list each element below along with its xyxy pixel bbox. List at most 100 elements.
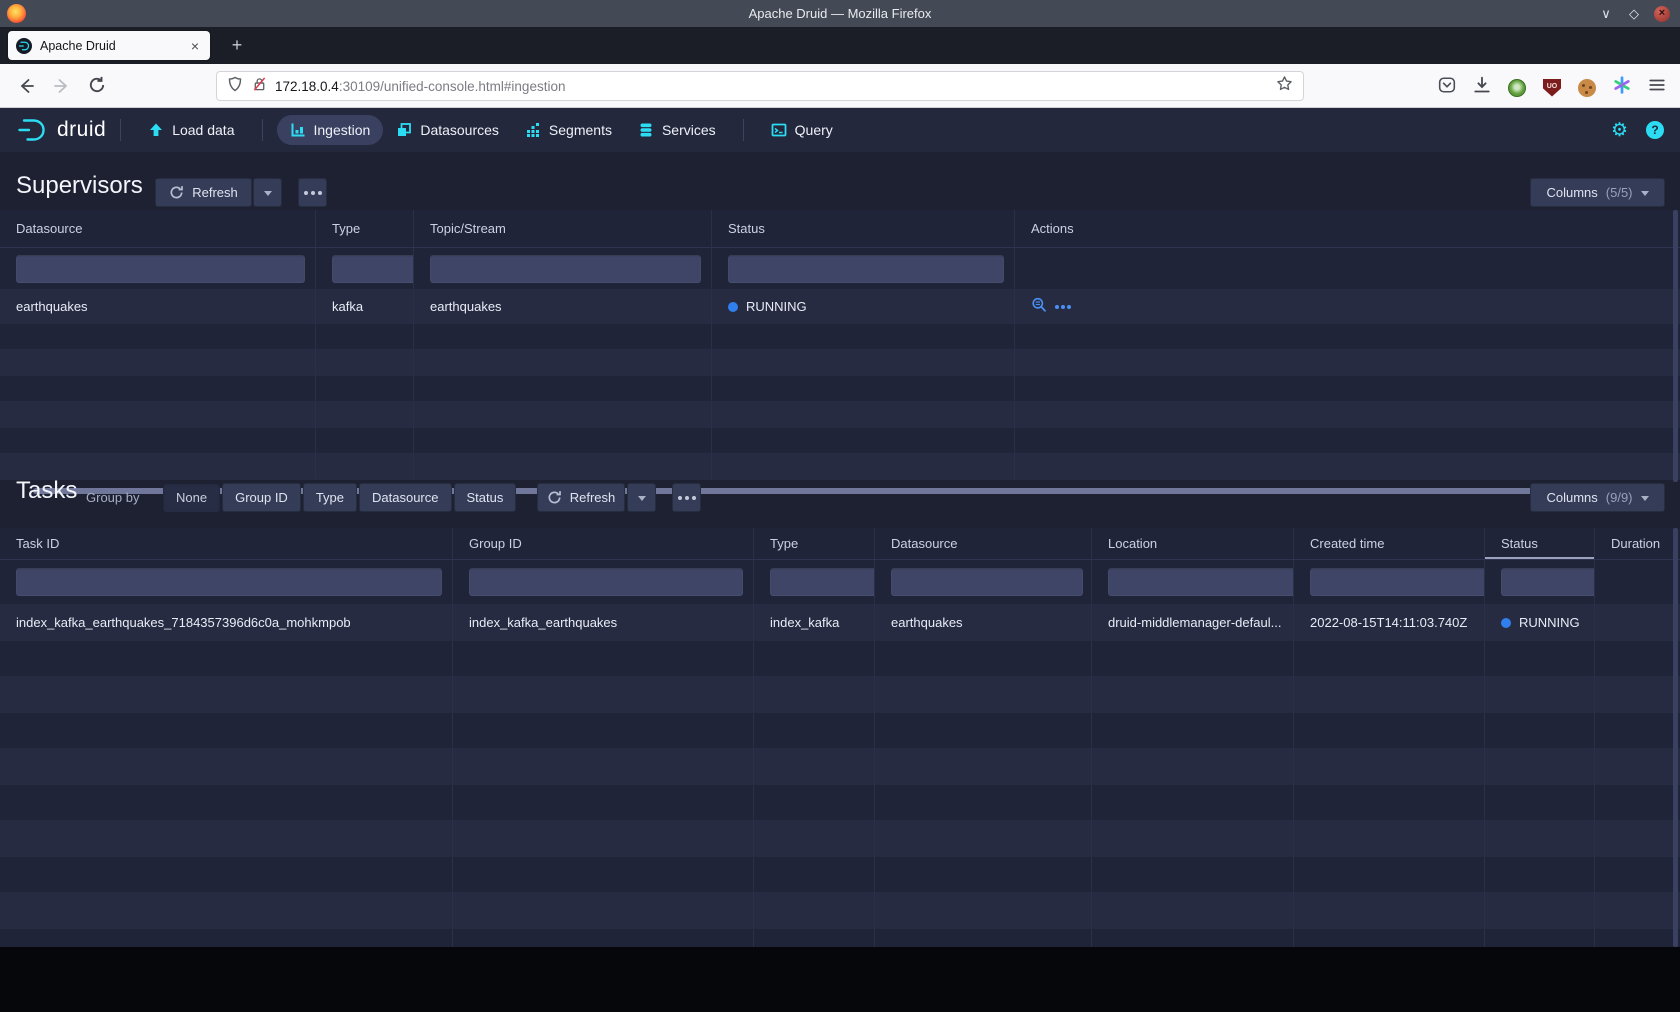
supervisor-row[interactable]: earthquakes kafka earthquakes RUNNING bbox=[0, 290, 1680, 324]
nav-item-query[interactable]: Query bbox=[758, 115, 846, 145]
ublock-origin-icon[interactable]: UO bbox=[1543, 79, 1561, 97]
empty-cell bbox=[875, 929, 1092, 947]
tracking-shield-icon[interactable] bbox=[227, 76, 243, 97]
empty-cell bbox=[754, 857, 875, 892]
empty-cell bbox=[0, 749, 453, 784]
nav-item-datasources[interactable]: Datasources bbox=[383, 115, 512, 145]
minimize-icon[interactable]: ∨ bbox=[1598, 6, 1614, 22]
empty-cell bbox=[0, 677, 453, 712]
pocket-icon[interactable] bbox=[1438, 76, 1456, 99]
topic-filter-input[interactable] bbox=[430, 255, 701, 283]
menu-hamburger-icon[interactable] bbox=[1648, 76, 1666, 99]
downloads-icon[interactable] bbox=[1473, 76, 1491, 99]
group-by-group-id-button[interactable]: Group ID bbox=[222, 483, 301, 512]
task-row[interactable]: index_kafka_earthquakes_7184357396d6c0a_… bbox=[0, 605, 1680, 641]
supervisors-more-button[interactable] bbox=[298, 178, 327, 207]
empty-cell bbox=[754, 641, 875, 676]
empty-cell bbox=[0, 929, 453, 947]
task-id: index_kafka_earthquakes_7184357396d6c0a_… bbox=[0, 605, 453, 640]
column-header[interactable]: Datasource bbox=[875, 528, 1092, 559]
tab-bar: Apache Druid × + bbox=[0, 27, 1680, 64]
supervisors-table: Datasource Type Topic/Stream Status Acti… bbox=[0, 210, 1680, 480]
tasks-vertical-scrollbar[interactable] bbox=[1673, 528, 1678, 947]
privacy-badger-icon[interactable] bbox=[1508, 79, 1526, 97]
group-by-type-button[interactable]: Type bbox=[303, 483, 357, 512]
close-icon[interactable]: × bbox=[1654, 6, 1670, 22]
empty-cell bbox=[0, 454, 316, 479]
nav-item-load-data[interactable]: Load data bbox=[135, 115, 247, 145]
nav-item-segments[interactable]: Segments bbox=[512, 115, 625, 145]
reload-icon[interactable] bbox=[88, 76, 106, 99]
column-header[interactable]: Status bbox=[712, 210, 1015, 247]
search-detail-icon[interactable] bbox=[1031, 297, 1047, 316]
column-header[interactable]: Datasource bbox=[0, 210, 316, 247]
supervisors-refresh-caret-button[interactable] bbox=[253, 178, 282, 207]
tasks-columns-button[interactable]: Columns (9/9) bbox=[1530, 483, 1665, 512]
tasks-title: Tasks bbox=[16, 477, 77, 505]
connection-not-secure-icon[interactable] bbox=[252, 76, 267, 97]
empty-table-row bbox=[0, 376, 1680, 402]
supervisors-table-body: earthquakes kafka earthquakes RUNNING bbox=[0, 290, 1680, 480]
forward-icon[interactable] bbox=[52, 76, 72, 101]
tasks-refresh-caret-button[interactable] bbox=[627, 483, 656, 512]
running-status-dot bbox=[1501, 618, 1511, 628]
column-header[interactable]: Duration bbox=[1595, 528, 1680, 559]
empty-cell bbox=[414, 454, 712, 479]
back-icon[interactable] bbox=[16, 76, 36, 101]
cookie-extension-icon[interactable] bbox=[1578, 79, 1596, 97]
status-filter-input[interactable] bbox=[728, 255, 1004, 283]
column-header[interactable]: Actions bbox=[1015, 210, 1680, 247]
column-header[interactable]: Location bbox=[1092, 528, 1294, 559]
datasource-filter-input[interactable] bbox=[16, 255, 305, 283]
supervisors-columns-button[interactable]: Columns (5/5) bbox=[1530, 178, 1665, 207]
location-filter-input[interactable] bbox=[1108, 568, 1294, 596]
empty-cell bbox=[0, 402, 316, 427]
browser-tab[interactable]: Apache Druid × bbox=[8, 31, 210, 60]
chevron-down-icon bbox=[264, 191, 272, 200]
supervisors-vertical-scrollbar[interactable] bbox=[1673, 210, 1678, 482]
running-status-dot bbox=[728, 302, 738, 312]
task-id-filter-input[interactable] bbox=[16, 568, 442, 596]
column-header[interactable]: Type bbox=[754, 528, 875, 559]
group-by-status-button[interactable]: Status bbox=[454, 483, 517, 512]
new-tab-button[interactable]: + bbox=[224, 35, 250, 56]
tasks-more-button[interactable] bbox=[672, 483, 701, 512]
empty-cell bbox=[875, 713, 1092, 748]
url-text[interactable]: 172.18.0.4:30109/unified-console.html#in… bbox=[275, 79, 1276, 94]
firefox-icon bbox=[7, 4, 26, 23]
supervisors-filter-row bbox=[0, 248, 1680, 290]
status-filter-input[interactable] bbox=[1501, 568, 1595, 596]
group-id-filter-input[interactable] bbox=[469, 568, 743, 596]
supervisors-refresh-button[interactable]: Refresh bbox=[155, 178, 252, 207]
column-header[interactable]: Group ID bbox=[453, 528, 754, 559]
empty-cell bbox=[754, 929, 875, 947]
settings-gear-icon[interactable]: ⚙ bbox=[1611, 121, 1628, 140]
row-more-actions-icon[interactable] bbox=[1061, 305, 1065, 309]
empty-cell bbox=[1294, 749, 1485, 784]
tasks-refresh-button[interactable]: Refresh bbox=[537, 483, 625, 512]
empty-table-row bbox=[0, 641, 1680, 677]
group-by-datasource-button[interactable]: Datasource bbox=[359, 483, 451, 512]
column-header[interactable]: Type bbox=[316, 210, 414, 247]
url-bar[interactable]: 172.18.0.4:30109/unified-console.html#in… bbox=[216, 71, 1304, 101]
druid-brand[interactable]: druid bbox=[16, 117, 106, 143]
column-header-sorted[interactable]: Status bbox=[1485, 528, 1595, 559]
column-header[interactable]: Topic/Stream bbox=[414, 210, 712, 247]
column-header[interactable]: Created time bbox=[1294, 528, 1485, 559]
type-filter-input[interactable] bbox=[770, 568, 875, 596]
empty-table-row bbox=[0, 677, 1680, 713]
datasource-filter-input[interactable] bbox=[891, 568, 1083, 596]
tab-close-icon[interactable]: × bbox=[188, 38, 202, 54]
nav-item-services[interactable]: Services bbox=[625, 115, 729, 145]
maximize-icon[interactable]: ◇ bbox=[1626, 6, 1642, 22]
bookmark-star-icon[interactable] bbox=[1276, 75, 1293, 97]
group-by-none-button[interactable]: None bbox=[163, 483, 220, 512]
empty-cell bbox=[0, 857, 453, 892]
asterisk-extension-icon[interactable] bbox=[1613, 76, 1631, 99]
nav-item-ingestion[interactable]: Ingestion bbox=[277, 115, 384, 145]
column-header[interactable]: Task ID bbox=[0, 528, 453, 559]
type-filter-input[interactable] bbox=[332, 255, 414, 283]
created-time-filter-input[interactable] bbox=[1310, 568, 1485, 596]
help-icon[interactable]: ? bbox=[1646, 121, 1664, 139]
empty-cell bbox=[1595, 821, 1680, 856]
